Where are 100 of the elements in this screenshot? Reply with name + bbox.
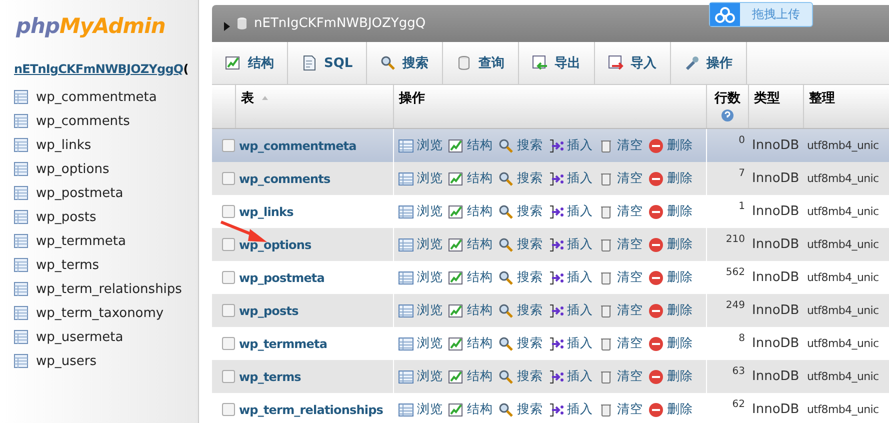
sidebar-item[interactable]: wp_usermeta bbox=[36, 330, 124, 344]
action-link[interactable]: 插入 bbox=[548, 368, 593, 385]
table-name[interactable]: wp_options bbox=[239, 238, 312, 252]
action-link[interactable]: 插入 bbox=[548, 170, 593, 187]
sidebar-item[interactable]: wp_term_taxonomy bbox=[36, 306, 164, 320]
action-link[interactable]: 删除 bbox=[648, 335, 693, 352]
table-name[interactable]: wp_commentmeta bbox=[239, 138, 356, 152]
action-link[interactable]: 浏览 bbox=[398, 335, 443, 352]
action-link[interactable]: 清空 bbox=[598, 368, 643, 385]
action-link[interactable]: 结构 bbox=[448, 335, 493, 352]
action-link[interactable]: 删除 bbox=[648, 236, 693, 253]
action-link[interactable]: 清空 bbox=[598, 236, 643, 253]
action-link[interactable]: 插入 bbox=[548, 203, 593, 220]
table-name[interactable]: wp_terms bbox=[239, 370, 301, 384]
action-link[interactable]: 搜索 bbox=[498, 401, 543, 418]
action-link[interactable]: 搜索 bbox=[498, 302, 543, 319]
checkbox[interactable] bbox=[222, 205, 235, 218]
column-header[interactable]: 表 bbox=[241, 89, 254, 107]
checkbox[interactable] bbox=[222, 304, 235, 317]
sidebar-item[interactable]: wp_commentmeta bbox=[36, 90, 157, 104]
checkbox[interactable] bbox=[222, 172, 235, 185]
action-link[interactable]: 搜索 bbox=[498, 137, 543, 154]
action-link[interactable]: 清空 bbox=[598, 203, 643, 220]
action-link[interactable]: 浏览 bbox=[398, 401, 443, 418]
action-link[interactable]: 插入 bbox=[548, 401, 593, 418]
checkbox[interactable] bbox=[222, 370, 235, 383]
table-name[interactable]: wp_termmeta bbox=[239, 336, 328, 350]
sidebar-item[interactable]: wp_users bbox=[36, 354, 97, 368]
tab[interactable]: 搜索 bbox=[366, 42, 443, 84]
action-link[interactable]: 搜索 bbox=[498, 203, 543, 220]
checkbox[interactable] bbox=[222, 139, 235, 152]
action-link[interactable]: 浏览 bbox=[398, 368, 443, 385]
action-link[interactable]: 结构 bbox=[448, 269, 493, 286]
sidebar-item[interactable]: wp_links bbox=[36, 138, 92, 152]
table-name[interactable]: wp_links bbox=[239, 204, 294, 218]
action-link[interactable]: 清空 bbox=[598, 170, 643, 187]
column-header[interactable]: 整理 bbox=[809, 89, 835, 107]
action-link[interactable]: 搜索 bbox=[498, 368, 543, 385]
action-link[interactable]: 插入 bbox=[548, 335, 593, 352]
action-link[interactable]: 搜索 bbox=[498, 236, 543, 253]
checkbox[interactable] bbox=[222, 271, 235, 284]
action-link[interactable]: 删除 bbox=[648, 269, 693, 286]
help-icon[interactable] bbox=[721, 109, 734, 122]
table-name[interactable]: wp_comments bbox=[239, 172, 330, 186]
sidebar-item[interactable]: wp_termmeta bbox=[36, 234, 126, 248]
action-link[interactable]: 浏览 bbox=[398, 137, 443, 154]
action-link[interactable]: 清空 bbox=[598, 302, 643, 319]
database-icon bbox=[237, 17, 247, 30]
action-link[interactable]: 插入 bbox=[548, 236, 593, 253]
checkbox[interactable] bbox=[222, 403, 235, 416]
sidebar-item[interactable]: wp_posts bbox=[36, 210, 96, 224]
action-link[interactable]: 搜索 bbox=[498, 170, 543, 187]
action-link[interactable]: 结构 bbox=[448, 170, 493, 187]
column-header[interactable]: 行数 bbox=[714, 89, 740, 107]
action-link[interactable]: 结构 bbox=[448, 203, 493, 220]
cloud-icon bbox=[715, 6, 735, 22]
action-link[interactable]: 浏览 bbox=[398, 203, 443, 220]
action-link[interactable]: 结构 bbox=[448, 236, 493, 253]
action-link[interactable]: 搜索 bbox=[498, 335, 543, 352]
tab[interactable]: 导入 bbox=[594, 42, 671, 84]
action-link[interactable]: 清空 bbox=[598, 401, 643, 418]
action-link[interactable]: 搜索 bbox=[498, 269, 543, 286]
action-link[interactable]: 结构 bbox=[448, 137, 493, 154]
table-name[interactable]: wp_term_relationships bbox=[239, 402, 384, 416]
action-link[interactable]: 清空 bbox=[598, 335, 643, 352]
sidebar-item[interactable]: wp_options bbox=[36, 162, 110, 176]
tab[interactable]: SQL bbox=[288, 42, 367, 84]
checkbox[interactable] bbox=[222, 337, 235, 350]
action-link[interactable]: 删除 bbox=[648, 203, 693, 220]
action-link[interactable]: 删除 bbox=[648, 137, 693, 154]
sidebar-item[interactable]: wp_term_relationships bbox=[36, 282, 182, 296]
sidebar-item[interactable]: wp_comments bbox=[36, 114, 130, 128]
column-header[interactable]: 类型 bbox=[754, 89, 780, 107]
action-link[interactable]: 插入 bbox=[548, 302, 593, 319]
sidebar-item[interactable]: wp_postmeta bbox=[36, 186, 124, 200]
database-link[interactable]: nETnIgCKFmNWBJOZYggQ bbox=[14, 62, 184, 76]
action-link[interactable]: 清空 bbox=[598, 269, 643, 286]
logo[interactable]: phpMyAdmin bbox=[0, 14, 198, 38]
action-link[interactable]: 结构 bbox=[448, 368, 493, 385]
action-link[interactable]: 插入 bbox=[548, 269, 593, 286]
action-link[interactable]: 浏览 bbox=[398, 269, 443, 286]
action-link[interactable]: 结构 bbox=[448, 401, 493, 418]
action-link[interactable]: 插入 bbox=[548, 137, 593, 154]
tab[interactable]: 查询 bbox=[442, 42, 519, 84]
action-link[interactable]: 删除 bbox=[648, 368, 693, 385]
tab[interactable]: 操作 bbox=[670, 42, 747, 84]
action-link[interactable]: 浏览 bbox=[398, 170, 443, 187]
action-link[interactable]: 结构 bbox=[448, 302, 493, 319]
table-name[interactable]: wp_posts bbox=[239, 304, 298, 318]
sidebar-item[interactable]: wp_terms bbox=[36, 258, 100, 272]
action-link[interactable]: 删除 bbox=[648, 170, 693, 187]
action-link[interactable]: 浏览 bbox=[398, 302, 443, 319]
tab[interactable]: 导出 bbox=[518, 42, 595, 84]
action-link[interactable]: 浏览 bbox=[398, 236, 443, 253]
action-link[interactable]: 删除 bbox=[648, 302, 693, 319]
checkbox[interactable] bbox=[222, 238, 235, 251]
action-link[interactable]: 删除 bbox=[648, 401, 693, 418]
table-name[interactable]: wp_postmeta bbox=[239, 270, 324, 284]
tab[interactable]: 结构 bbox=[212, 42, 288, 84]
action-link[interactable]: 清空 bbox=[598, 137, 643, 154]
